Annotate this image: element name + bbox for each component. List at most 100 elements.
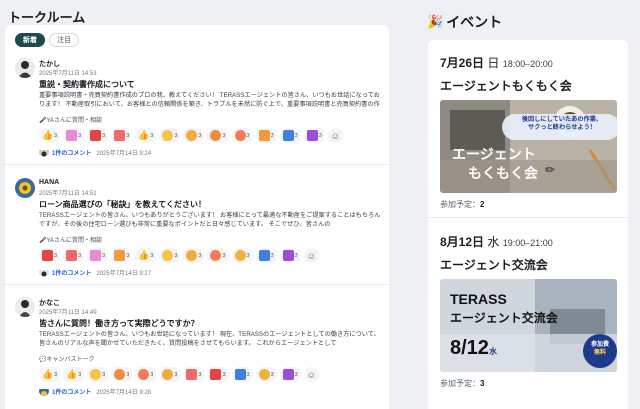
event-date-text: 7月26日 [440,56,485,70]
thumbs-up-icon: 👍 [42,369,54,379]
commenter-avatar [39,147,49,157]
purple-stamp-icon [282,369,294,380]
event-card[interactable]: 8月12日 水 19:00–21:00 エージェント交流会 TERASS エージ… [440,233,618,389]
post-title[interactable]: 重説・契約書作成について [39,79,135,90]
events-title: 🎉 イベント [427,12,502,32]
reaction-stamp[interactable]: 3 [279,248,301,263]
banner-title-1: エージェント [452,146,536,162]
red-stamp-icon [90,130,102,141]
tab-new[interactable]: 新着 [15,33,45,47]
reaction-stamp[interactable]: 3 [87,248,109,263]
comment-count-link[interactable]: 1件のコメント [52,387,91,396]
reaction-face[interactable]: 3 [183,128,205,143]
event-banner[interactable]: 後回しにしていたあの作業、 サクっと終わらせよう！ エージェント もくもく会 ✏ [440,100,617,193]
grin-face-icon [186,130,198,141]
post-category-tag[interactable]: 🎤YAさんに質問・相談 [39,235,102,244]
reaction-stamp[interactable]: 3 [63,248,85,263]
reaction-face[interactable]: 3 [159,128,181,143]
reaction-stamp[interactable]: 3 [207,367,229,382]
event-date-text: 8月12日 [440,235,485,249]
reaction-face[interactable]: 3 [231,248,253,263]
comment-summary[interactable]: 1件のコメント 2025年7月14日 9:24 [39,147,151,157]
reaction-stamp[interactable]: 3 [39,248,61,263]
reaction-stamp[interactable]: 3 [63,128,85,143]
avatar[interactable] [15,297,35,317]
reaction-stamp[interactable]: 3 [183,367,205,382]
reaction-stamp[interactable]: 3 [279,128,301,143]
thumbs-up-icon: 👍 [42,130,54,140]
red-text-stamp-icon [114,130,126,141]
reaction-count: 3 [174,371,178,378]
reaction-thumbs-up[interactable]: 👍 3 [63,367,85,382]
star-eyes-face-icon [210,130,222,141]
fee-badge: 参加費 無料 [585,341,615,357]
pink-stamp-icon [90,250,102,261]
commenter-avatar [39,386,49,396]
reaction-stamp[interactable]: 3 [303,128,325,143]
add-reaction-icon[interactable]: ☺ [327,128,343,143]
pink-stamp-icon [66,130,78,141]
event-card[interactable]: 7月26日 日 18:00–20:00 エージェントもくもく会 後回しにしていた… [440,54,618,210]
reaction-stamp[interactable]: 3 [255,248,277,263]
reaction-thumbs-up[interactable]: 👍 3 [135,248,157,263]
post-divider [5,284,389,285]
reaction-face[interactable]: 3 [87,367,109,382]
reaction-thumbs-up[interactable]: 👍 3 [135,128,157,143]
reaction-stamp[interactable]: 3 [87,128,109,143]
thumbs-up-icon: 👍 [138,250,150,260]
reaction-face[interactable]: 3 [135,367,157,382]
reaction-stamp[interactable]: 3 [255,128,277,143]
event-name[interactable]: エージェント交流会 [440,256,618,273]
event-name[interactable]: エージェントもくもく会 [440,77,618,94]
post-category-tag[interactable]: 🎤YAさんに質問・相談 [39,115,102,124]
comment-summary[interactable]: 1件のコメント 2025年7月14日 9:27 [39,267,151,277]
events-title-text: イベント [446,14,503,30]
event-banner[interactable]: TERASS エージェント交流会 8/12水 参加費 無料 [440,279,617,372]
add-reaction-icon[interactable]: ☺ [303,367,319,382]
post-author[interactable]: HANA [39,179,59,186]
tab-featured[interactable]: 注目 [49,33,79,47]
reaction-count: 3 [102,371,106,378]
avatar[interactable] [15,178,35,198]
reaction-face[interactable]: 3 [207,128,229,143]
heart-eyes-face-icon [210,250,222,261]
reaction-face[interactable]: 3 [111,367,133,382]
reaction-count: 3 [150,252,154,259]
reaction-face[interactable]: 3 [183,248,205,263]
reaction-face[interactable]: 3 [207,248,229,263]
reaction-thumbs-up[interactable]: 👍 3 [39,128,61,143]
wink-face-icon [90,369,102,380]
event-date: 7月26日 日 18:00–20:00 [440,54,618,71]
add-reaction-icon[interactable]: ☺ [303,248,319,263]
blue-stamp-icon [234,369,246,380]
reaction-stamp[interactable]: 3 [111,128,133,143]
post-category-tag[interactable]: 💬キャンバストーク [39,354,94,363]
comment-count-link[interactable]: 1件のコメント [52,268,91,277]
post-divider [5,164,389,165]
post-date: 2025年7月11日 14:53 [39,71,97,77]
reaction-thumbs-up[interactable]: 👍 3 [39,367,61,382]
reaction-stamp[interactable]: 3 [279,367,301,382]
thumbs-up-icon: 👍 [138,130,150,140]
reaction-stamp[interactable]: 3 [231,367,253,382]
reaction-count: 3 [174,252,178,259]
reaction-stamp[interactable]: 3 [111,248,133,263]
post-title[interactable]: ローン商品選びの「秘訣」を教えてください！ [39,199,206,210]
comment-summary[interactable]: 1件のコメント 2025年7月14日 9:28 [39,386,151,396]
reaction-face[interactable]: 3 [159,367,181,382]
fee-badge-value: 無料 [593,350,606,356]
reaction-face[interactable]: 3 [159,248,181,263]
post-title[interactable]: 皆さんに質問！働き方って実際どうですか？ [39,318,199,329]
reaction-face[interactable]: 3 [231,128,253,143]
post-body: 重要事項説明書・売買契約書作成のプロの我、教えてください！ TERASSエージェ… [39,92,380,108]
reaction-count: 3 [54,371,58,378]
reaction-count: 3 [270,252,274,259]
comment-count-link[interactable]: 1件のコメント [52,148,91,157]
reaction-count: 3 [78,252,82,259]
blue-stamp-icon [258,250,270,261]
grin-face-icon [162,369,174,380]
reaction-face[interactable]: 3 [255,367,277,382]
hug-face-icon [258,369,270,380]
heart-eyes-face-icon [138,369,150,380]
avatar[interactable] [15,58,35,78]
